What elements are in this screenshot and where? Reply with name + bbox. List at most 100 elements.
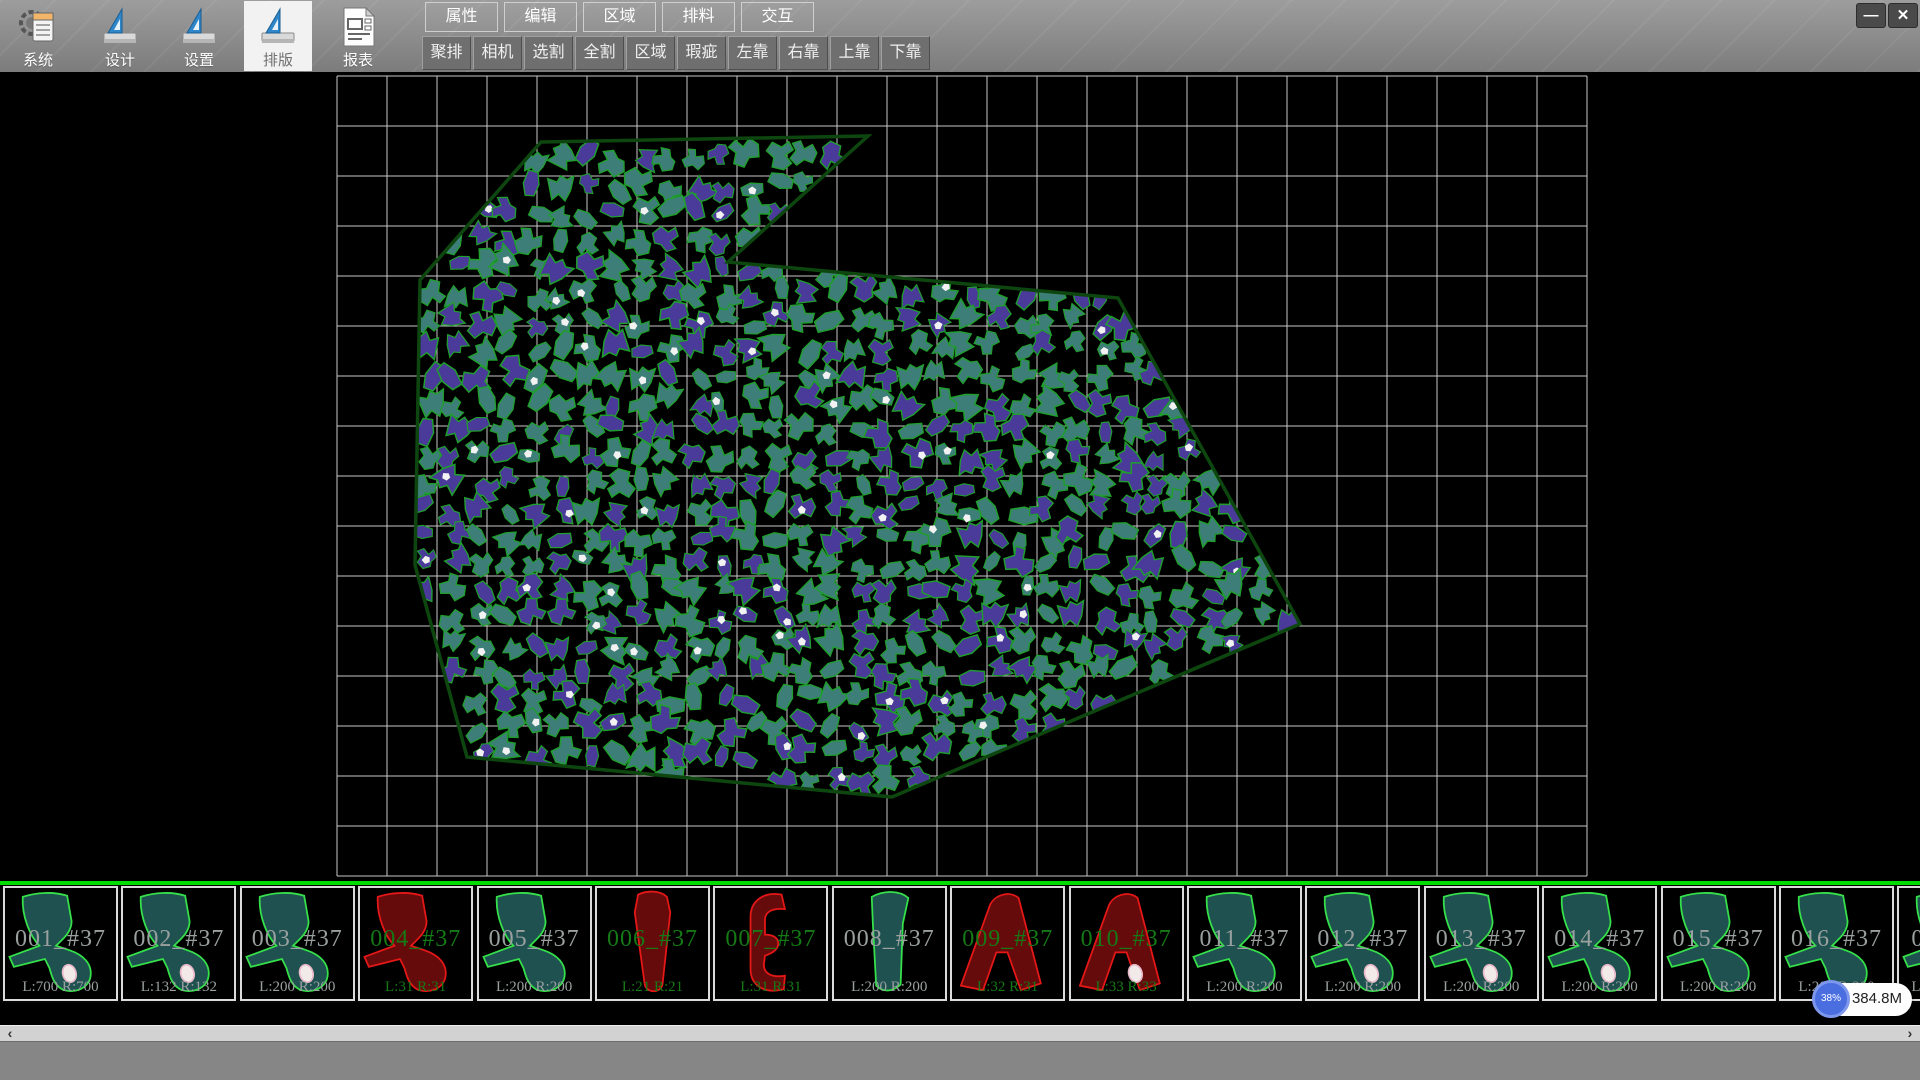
nested-piece	[646, 463, 680, 497]
menu-tab-4[interactable]: 排料	[662, 2, 735, 32]
nested-piece	[849, 652, 876, 680]
thumbnail-013_#37[interactable]: 013_#37 L:200 R:200	[1424, 886, 1539, 1001]
thumbnail-015_#37[interactable]: 015_#37 L:200 R:200	[1661, 886, 1776, 1001]
nested-piece	[923, 412, 952, 439]
nested-piece	[612, 279, 633, 303]
nested-piece	[656, 504, 682, 529]
nested-piece	[955, 447, 985, 476]
nested-piece	[464, 721, 490, 745]
nested-piece	[901, 474, 925, 493]
nested-piece	[500, 637, 528, 665]
thumbnail-007_#37[interactable]: 007_#37 L:31 R:31	[713, 886, 828, 1001]
nested-piece	[524, 418, 552, 447]
nested-piece	[814, 680, 851, 716]
close-button[interactable]: ✕	[1888, 3, 1918, 28]
report-icon	[336, 5, 380, 49]
thumbnail-004_#37[interactable]: 004_#37 L:31 R:31	[358, 886, 473, 1001]
nested-piece	[981, 550, 1002, 573]
nested-piece	[923, 360, 944, 381]
nav-item-label: 设计	[86, 49, 154, 70]
nested-piece	[435, 301, 466, 332]
nested-piece	[1090, 604, 1125, 639]
minimize-button[interactable]: —	[1856, 3, 1886, 28]
main-toolbar: 系统 设计 设置 排版 报表 属性编辑区域排料交互 聚排相机选割全割	[0, 0, 1920, 72]
thumbnail-003_#37[interactable]: 003_#37 L:200 R:200	[240, 886, 355, 1001]
nested-piece	[795, 279, 819, 303]
thumbnail-label: 016_#37	[1781, 926, 1892, 953]
tool-button-5[interactable]: 区域	[626, 36, 675, 70]
nested-piece	[624, 314, 651, 340]
nested-piece	[847, 720, 871, 744]
nested-piece	[500, 503, 521, 526]
tool-button-2[interactable]: 相机	[473, 36, 522, 70]
tool-button-1[interactable]: 聚排	[422, 36, 471, 70]
tool-button-10[interactable]: 下靠	[881, 36, 930, 70]
nested-piece	[1063, 330, 1087, 353]
nested-piece	[522, 742, 555, 775]
nested-piece	[1084, 360, 1118, 395]
thumbnail-005_#37[interactable]: 005_#37 L:200 R:200	[477, 886, 592, 1001]
horizontal-scrollbar[interactable]: ‹ ›	[0, 1025, 1920, 1041]
nav-item-4[interactable]: 排版	[244, 1, 312, 71]
nested-piece	[1118, 488, 1148, 517]
thumbnail-002_#37[interactable]: 002_#37 L:132 R:132	[121, 886, 236, 1001]
nested-piece	[797, 683, 823, 701]
scroll-left-icon[interactable]: ‹	[2, 1026, 18, 1042]
nested-piece	[734, 284, 764, 314]
nav-item-5[interactable]: 报表	[324, 1, 392, 71]
thumbnail-label: 012_#37	[1307, 926, 1418, 953]
nested-piece	[733, 444, 762, 473]
nested-piece	[796, 770, 820, 795]
nav-item-1[interactable]: 系统	[4, 1, 72, 71]
thumbnail-011_#37[interactable]: 011_#37 L:200 R:200	[1187, 886, 1302, 1001]
nested-piece	[713, 745, 731, 768]
nested-piece	[598, 150, 624, 177]
menu-tab-5[interactable]: 交互	[741, 2, 814, 32]
thumbnail-001_#37[interactable]: 001_#37 L:700 R:700	[3, 886, 118, 1001]
nested-piece	[535, 252, 574, 291]
thumbnail-014_#37[interactable]: 014_#37 L:200 R:200	[1542, 886, 1657, 1001]
nested-piece	[488, 414, 520, 446]
menu-tab-2[interactable]: 编辑	[504, 2, 577, 32]
nested-piece	[542, 710, 572, 739]
scroll-right-icon[interactable]: ›	[1902, 1026, 1918, 1042]
thumbnail-010_#37[interactable]: 010_#37 L:33 R:33	[1069, 886, 1184, 1001]
tool-button-9[interactable]: 上靠	[830, 36, 879, 70]
nested-piece	[574, 659, 591, 684]
menu-tab-3[interactable]: 区域	[583, 2, 656, 32]
tool-button-4[interactable]: 全割	[575, 36, 624, 70]
memory-size-label: 384.8M	[1852, 990, 1902, 1007]
tool-button-7[interactable]: 左靠	[728, 36, 777, 70]
nested-piece	[652, 223, 681, 253]
nested-piece	[736, 410, 766, 440]
tool-button-8[interactable]: 右靠	[779, 36, 828, 70]
nested-piece	[820, 469, 842, 492]
nested-piece	[1190, 488, 1221, 520]
set-square-icon	[262, 9, 294, 43]
thumbnail-lr-count: L:31 R:31	[360, 979, 471, 996]
nav-item-3[interactable]: 设置	[165, 1, 233, 71]
nested-piece	[632, 253, 659, 281]
thumbnail-lr-count: L:200 R:200	[242, 979, 353, 996]
nested-piece	[729, 691, 761, 717]
nested-piece	[956, 520, 988, 551]
nested-piece	[594, 433, 633, 472]
nested-piece	[763, 443, 792, 473]
thumbnail-label: 001_#37	[5, 926, 116, 953]
thumbnail-006_#37[interactable]: 006_#37 L:21 R:21	[595, 886, 710, 1001]
tool-button-6[interactable]: 瑕疵	[677, 36, 726, 70]
tool-button-3[interactable]: 选割	[524, 36, 573, 70]
thumbnail-label: 008_#37	[834, 926, 945, 953]
thumbnail-012_#37[interactable]: 012_#37 L:200 R:200	[1305, 886, 1420, 1001]
nested-piece	[467, 310, 499, 341]
nested-piece	[878, 559, 905, 581]
nested-piece	[601, 499, 629, 527]
nested-piece	[972, 571, 1007, 607]
nested-piece	[649, 437, 677, 466]
nested-piece	[774, 683, 796, 711]
nested-piece	[1088, 571, 1117, 598]
nav-item-2[interactable]: 设计	[86, 1, 154, 71]
thumbnail-008_#37[interactable]: 008_#37 L:200 R:200	[832, 886, 947, 1001]
menu-tab-1[interactable]: 属性	[425, 2, 498, 32]
thumbnail-009_#37[interactable]: 009_#37 L:32 R:31	[950, 886, 1065, 1001]
